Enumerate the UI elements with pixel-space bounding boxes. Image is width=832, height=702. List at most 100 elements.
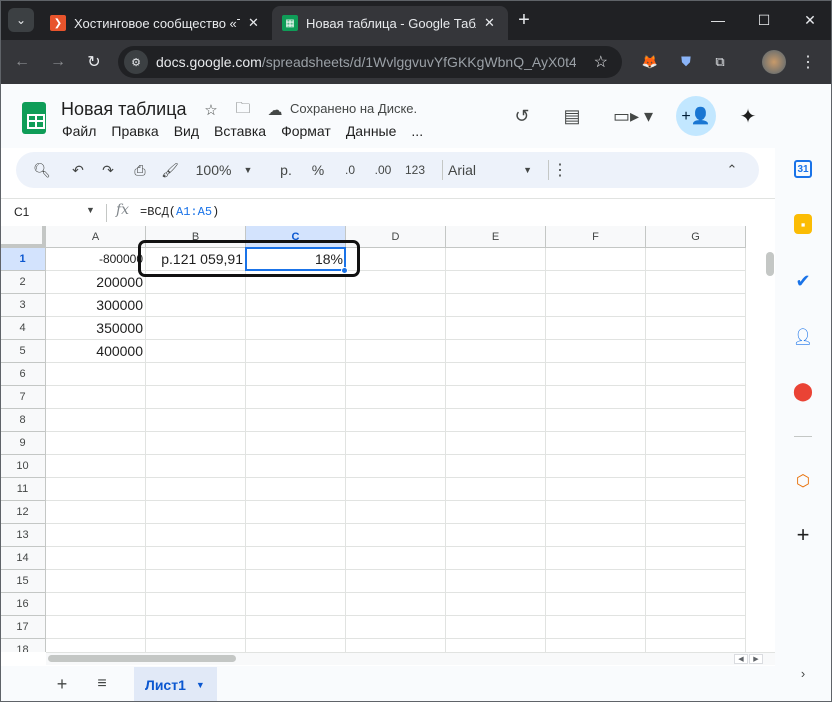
bookmark-star-icon[interactable]: ☆: [594, 52, 608, 72]
row-header-15[interactable]: 15: [0, 570, 46, 593]
version-history-icon[interactable]: ↺: [502, 96, 542, 136]
horizontal-scroll-thumb[interactable]: [48, 655, 236, 662]
increase-decimal-button[interactable]: .00: [370, 154, 396, 186]
star-icon[interactable]: ☆: [201, 100, 221, 120]
formula-input[interactable]: =ВСД(A1:A5): [140, 205, 219, 219]
minimize-icon[interactable]: —: [704, 8, 732, 32]
column-header-g[interactable]: G: [646, 226, 746, 248]
close-window-icon[interactable]: ✕: [796, 8, 824, 32]
row-header-7[interactable]: 7: [0, 386, 46, 409]
menu-view[interactable]: Вид: [174, 123, 199, 139]
extension-fox-icon[interactable]: 🦊: [638, 50, 662, 74]
redo-icon[interactable]: ↷: [96, 154, 120, 186]
browser-menu-icon[interactable]: ⋮: [796, 50, 820, 74]
sheets-logo-icon[interactable]: [22, 102, 46, 134]
cell-a4[interactable]: 350000: [46, 317, 146, 339]
profile-avatar[interactable]: [762, 50, 786, 74]
new-tab-button[interactable]: +: [512, 8, 536, 32]
sheet-tab-active[interactable]: Лист1 ▼: [134, 667, 217, 702]
currency-format-button[interactable]: р.: [276, 154, 296, 186]
menu-more[interactable]: ...: [411, 123, 423, 139]
comments-icon[interactable]: ▤: [552, 96, 592, 136]
vertical-scroll-thumb[interactable]: [766, 252, 774, 276]
row-header-13[interactable]: 13: [0, 524, 46, 547]
maximize-icon[interactable]: ☐: [750, 8, 778, 32]
row-header-12[interactable]: 12: [0, 501, 46, 524]
show-side-panel-icon[interactable]: ›: [792, 662, 814, 684]
address-bar[interactable]: ⚙ docs.google.com/spreadsheets/d/1Wvlggv…: [118, 46, 622, 78]
cell-a5[interactable]: 400000: [46, 340, 146, 362]
row-header-3[interactable]: 3: [0, 294, 46, 317]
scroll-right-icon[interactable]: ▶: [749, 654, 763, 664]
row-header-16[interactable]: 16: [0, 593, 46, 616]
column-header-e[interactable]: E: [446, 226, 546, 248]
calendar-icon[interactable]: 31: [794, 160, 812, 178]
menu-format[interactable]: Формат: [281, 123, 331, 139]
tasks-icon[interactable]: ✔: [792, 270, 814, 292]
row-header-9[interactable]: 9: [0, 432, 46, 455]
menu-insert[interactable]: Вставка: [214, 123, 266, 139]
menu-data[interactable]: Данные: [346, 123, 397, 139]
cloud-saved-icon[interactable]: ☁: [265, 100, 285, 120]
search-icon[interactable]: 🔍︎: [30, 154, 54, 186]
row-header-11[interactable]: 11: [0, 478, 46, 501]
print-icon[interactable]: ⎙: [128, 154, 152, 186]
all-sheets-icon[interactable]: ≡: [92, 673, 112, 695]
reload-icon[interactable]: ↻: [82, 50, 106, 74]
spreadsheet-grid[interactable]: ABCDEFG12345678910111213141516171819-800…: [0, 226, 766, 652]
forward-icon[interactable]: →: [46, 50, 70, 74]
get-addons-icon[interactable]: +: [792, 522, 814, 547]
percent-format-button[interactable]: %: [308, 154, 328, 186]
row-header-2[interactable]: 2: [0, 271, 46, 294]
row-header-8[interactable]: 8: [0, 409, 46, 432]
undo-icon[interactable]: ↶: [66, 154, 90, 186]
addon-icon[interactable]: ⬡: [792, 470, 814, 492]
extension-shield-icon[interactable]: ⛊: [674, 50, 698, 74]
browser-tab-active[interactable]: ▦ Новая таблица - Google Табли ✕: [272, 6, 508, 40]
row-header-5[interactable]: 5: [0, 340, 46, 363]
menu-edit[interactable]: Правка: [111, 123, 158, 139]
cell-a2[interactable]: 200000: [46, 271, 146, 293]
share-button[interactable]: +👤: [676, 96, 716, 136]
row-header-18[interactable]: 18: [0, 639, 46, 652]
browser-tab-inactive[interactable]: ❯ Хостинговое сообщество «Tim ✕: [40, 6, 272, 40]
font-select[interactable]: Arial ▼: [448, 154, 532, 186]
row-header-17[interactable]: 17: [0, 616, 46, 639]
maps-icon[interactable]: ⬤: [792, 380, 814, 402]
column-header-f[interactable]: F: [546, 226, 646, 248]
contacts-icon[interactable]: 👤︎: [792, 326, 814, 348]
close-tab-icon[interactable]: ✕: [248, 15, 262, 31]
select-all-corner[interactable]: [0, 226, 46, 248]
row-header-4[interactable]: 4: [0, 317, 46, 340]
site-settings-icon[interactable]: ⚙: [124, 50, 148, 74]
keep-icon[interactable]: ▪: [794, 214, 812, 234]
row-header-6[interactable]: 6: [0, 363, 46, 386]
zoom-select[interactable]: 100% ▼: [190, 154, 258, 186]
move-folder-icon[interactable]: 🗀: [233, 100, 253, 120]
column-header-d[interactable]: D: [346, 226, 446, 248]
close-tab-icon[interactable]: ✕: [484, 15, 498, 31]
tab-search-icon[interactable]: ⌄: [8, 8, 34, 32]
chevron-down-icon[interactable]: ▼: [86, 205, 95, 215]
document-title[interactable]: Новая таблица: [61, 99, 187, 120]
name-box[interactable]: C1: [14, 205, 29, 219]
row-header-1[interactable]: 1: [0, 248, 46, 271]
vertical-scrollbar[interactable]: [766, 226, 775, 652]
collapse-menus-icon[interactable]: ⌃: [720, 154, 744, 186]
meet-icon[interactable]: ▭▸ ▾: [608, 96, 658, 136]
row-header-14[interactable]: 14: [0, 547, 46, 570]
column-header-a[interactable]: A: [46, 226, 146, 248]
paint-format-icon[interactable]: 🖌︎: [158, 154, 182, 186]
cell-a3[interactable]: 300000: [46, 294, 146, 316]
row-header-10[interactable]: 10: [0, 455, 46, 478]
gemini-icon[interactable]: ✦: [728, 96, 768, 136]
menu-file[interactable]: Файл: [62, 123, 96, 139]
more-options-button[interactable]: ⋮: [550, 154, 570, 186]
add-sheet-button[interactable]: +: [52, 673, 72, 695]
number-format-button[interactable]: 123: [402, 154, 428, 186]
extensions-puzzle-icon[interactable]: ⧉: [708, 50, 732, 74]
cell-a1[interactable]: -800000: [46, 248, 146, 270]
decrease-decimal-button[interactable]: .0: [338, 154, 362, 186]
scroll-left-icon[interactable]: ◀: [734, 654, 748, 664]
back-icon[interactable]: ←: [10, 50, 34, 74]
